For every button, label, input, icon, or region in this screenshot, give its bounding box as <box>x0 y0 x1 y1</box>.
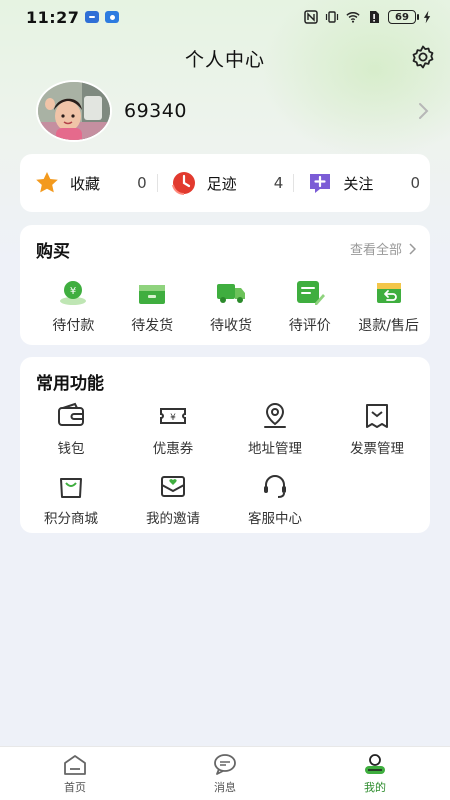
svg-text:¥: ¥ <box>70 286 76 297</box>
order-pending-payment[interactable]: ¥ 待付款 <box>34 279 113 335</box>
purchase-title: 购买 <box>36 242 70 262</box>
wallet-icon <box>58 402 84 426</box>
status-time: 11:27 <box>26 7 80 27</box>
functions-title: 常用功能 <box>36 374 104 394</box>
profile-icon <box>365 754 385 774</box>
function-label: 发票管理 <box>350 441 404 457</box>
function-wallet[interactable]: 钱包 <box>20 401 122 457</box>
purchase-card: 购买 查看全部 ¥ 待付款 待发货 待收货 待评价 退款/售后 <box>20 225 430 345</box>
stat-label: 关注 <box>343 174 374 193</box>
function-label: 钱包 <box>57 441 85 457</box>
order-to-receive[interactable]: 待收货 <box>192 279 271 335</box>
chevron-right-icon <box>409 242 416 255</box>
stat-count: 0 <box>137 174 147 192</box>
battery-indicator: 69 <box>388 10 419 24</box>
username: 69340 <box>124 100 187 122</box>
function-points-mall[interactable]: 积分商城 <box>20 471 122 527</box>
charging-icon <box>423 10 431 24</box>
home-icon <box>64 755 86 775</box>
review-icon <box>296 281 325 305</box>
tab-messages[interactable]: 消息 <box>150 747 300 800</box>
nfc-icon <box>304 10 318 24</box>
view-all-orders-link[interactable]: 查看全部 <box>350 239 416 258</box>
functions-card: 常用功能 钱包 ¥ 优惠券 地址管理 发票管理 积分商城 我的邀请 客服中心 <box>20 357 430 533</box>
avatar[interactable] <box>36 80 112 142</box>
status-left: 11:27 <box>26 7 120 27</box>
stat-favorites[interactable]: 收藏 0 <box>20 154 157 212</box>
stat-label: 足迹 <box>206 174 237 193</box>
profile-row[interactable]: 69340 <box>0 80 450 144</box>
order-label: 退款/售后 <box>358 318 419 334</box>
follow-plus-icon <box>310 174 331 193</box>
stat-footprints[interactable]: 足迹 4 <box>156 154 294 212</box>
star-icon <box>36 172 58 193</box>
function-customer-service[interactable]: 客服中心 <box>224 471 326 527</box>
functions-grid: 钱包 ¥ 优惠券 地址管理 发票管理 积分商城 我的邀请 客服中心 <box>20 401 430 527</box>
tab-home[interactable]: 首页 <box>0 747 150 800</box>
page-title: 个人中心 <box>184 48 265 71</box>
shopping-bag-icon <box>60 478 82 498</box>
status-bar: 11:27 69 <box>0 0 450 34</box>
order-label: 待评价 <box>288 318 331 334</box>
tab-label: 首页 <box>64 781 86 794</box>
invite-envelope-icon <box>161 476 185 497</box>
order-label: 待发货 <box>131 318 174 334</box>
location-icon <box>264 402 286 428</box>
invoice-icon <box>366 404 388 428</box>
box-icon <box>139 285 166 304</box>
stat-label: 收藏 <box>70 174 101 193</box>
gear-icon[interactable] <box>410 44 436 70</box>
function-label: 我的邀请 <box>146 511 200 527</box>
order-to-ship[interactable]: 待发货 <box>113 279 192 335</box>
order-status-row: ¥ 待付款 待发货 待收货 待评价 退款/售后 <box>20 279 430 335</box>
status-right: 69 <box>304 10 432 24</box>
page-header: 个人中心 <box>0 40 450 76</box>
avatar-photo <box>38 82 110 140</box>
footprint-clock-icon <box>171 172 195 196</box>
stats-card: 收藏 0 足迹 4 关注 0 <box>20 154 430 212</box>
order-label: 待付款 <box>52 318 95 334</box>
stat-count: 4 <box>273 174 284 192</box>
wallet-yen-icon: ¥ <box>60 281 87 305</box>
order-label: 待收货 <box>209 318 252 334</box>
function-label: 地址管理 <box>248 441 302 457</box>
function-label: 客服中心 <box>248 511 302 527</box>
wifi-icon <box>346 12 360 23</box>
function-coupon[interactable]: ¥ 优惠券 <box>122 401 224 457</box>
vibrate-icon <box>325 11 339 23</box>
function-address[interactable]: 地址管理 <box>224 401 326 457</box>
stat-count: 0 <box>410 174 421 192</box>
svg-text:¥: ¥ <box>170 413 176 423</box>
view-all-label: 查看全部 <box>349 243 402 258</box>
headset-icon <box>264 475 286 498</box>
coupon-icon: ¥ <box>160 408 186 424</box>
truck-icon <box>216 284 245 303</box>
function-label: 优惠券 <box>152 441 194 457</box>
tab-label: 我的 <box>364 781 386 794</box>
sim-alert-icon <box>370 11 379 23</box>
message-icon <box>214 754 236 775</box>
function-invitations[interactable]: 我的邀请 <box>122 471 224 527</box>
stat-following[interactable]: 关注 0 <box>293 154 430 212</box>
notification-shield-icon <box>105 11 120 23</box>
function-invoice[interactable]: 发票管理 <box>326 401 428 457</box>
order-to-review[interactable]: 待评价 <box>270 279 349 335</box>
notification-app-icon <box>85 11 100 23</box>
refund-icon <box>376 283 401 303</box>
tab-label: 消息 <box>214 781 236 794</box>
chevron-right-icon[interactable] <box>416 102 430 120</box>
order-refund[interactable]: 退款/售后 <box>349 279 428 335</box>
bottom-tab-bar: 首页 消息 我的 <box>0 746 450 800</box>
tab-profile[interactable]: 我的 <box>300 747 450 800</box>
function-label: 积分商城 <box>44 511 98 527</box>
